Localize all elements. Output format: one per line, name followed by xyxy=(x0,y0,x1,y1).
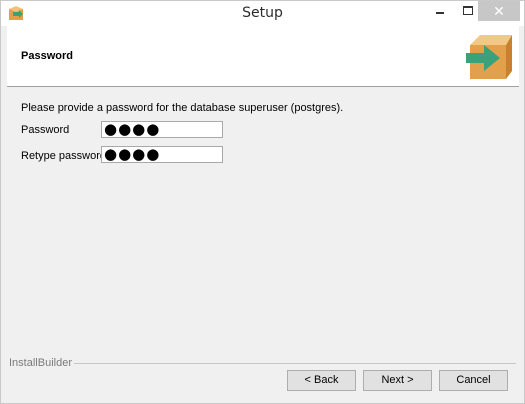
setup-window: Setup ✕ Password Please provide a passwo… xyxy=(0,0,525,404)
minimize-icon xyxy=(436,12,444,15)
next-button[interactable]: Next > xyxy=(363,370,432,391)
page-title: Password xyxy=(21,50,73,62)
installer-box-arrow-icon xyxy=(466,35,512,79)
close-icon: ✕ xyxy=(493,3,505,19)
close-button[interactable]: ✕ xyxy=(478,1,520,21)
footer-divider xyxy=(67,363,516,364)
cancel-button[interactable]: Cancel xyxy=(439,370,508,391)
header-panel: Password xyxy=(7,26,519,87)
maximize-icon xyxy=(463,6,473,16)
content-area: Please provide a password for the databa… xyxy=(7,87,519,357)
password-label: Password xyxy=(21,124,70,136)
password-field[interactable]: ●●●● xyxy=(101,121,223,138)
retype-password-label: Retype password xyxy=(21,150,106,162)
minimize-button[interactable] xyxy=(425,1,455,21)
back-button[interactable]: < Back xyxy=(287,370,356,391)
installbuilder-brand: InstallBuilder xyxy=(9,357,74,369)
title-bar[interactable]: Setup ✕ xyxy=(1,1,524,26)
intro-text: Please provide a password for the databa… xyxy=(21,102,344,114)
retype-password-field[interactable]: ●●●● xyxy=(101,146,223,163)
